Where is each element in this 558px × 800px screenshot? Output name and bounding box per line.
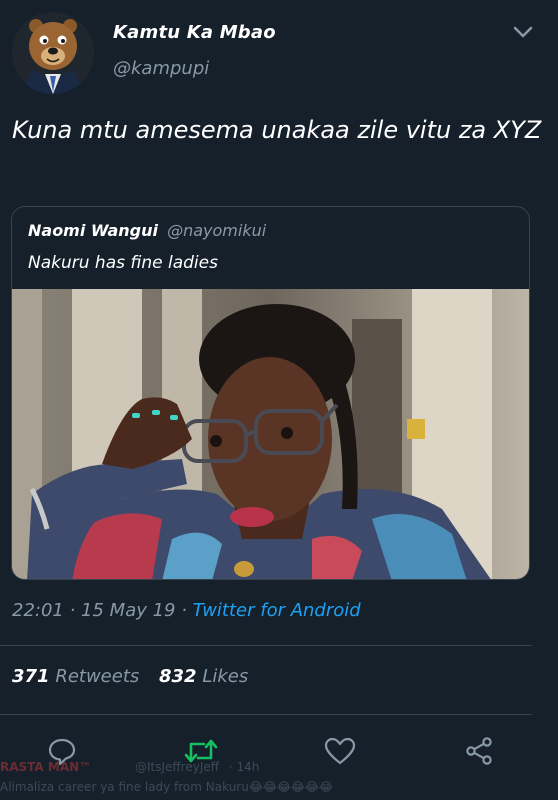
tweet-timestamp: 22:01 · 15 May 19 · [12,600,193,621]
likes-count[interactable]: 832 [159,666,197,687]
divider [0,714,532,715]
engagement-stats: 371 Retweets 832 Likes [12,666,262,687]
retweet-icon [184,739,218,763]
divider [0,645,532,646]
quoted-tweet[interactable]: Naomi Wangui @nayomikui Nakuru has fine … [11,206,530,580]
author-name[interactable]: Kamtu Ka Mbao [113,22,276,43]
quoted-tweet-header: Naomi Wangui @nayomikui [28,221,266,240]
like-button[interactable] [323,734,357,768]
chevron-down-icon[interactable] [510,22,536,42]
author-avatar[interactable] [12,12,94,94]
tweet-source-link[interactable]: Twitter for Android [193,600,361,621]
share-button[interactable] [462,734,496,768]
ghost-tweet-text: Alimaliza career ya fine lady from Nakur… [0,780,333,794]
heart-icon [324,737,356,765]
reply-button[interactable] [45,734,79,768]
retweets-label[interactable]: Retweets [55,666,139,687]
tweet-text: Kuna mtu amesema unakaa zile vitu za XYZ [12,116,542,144]
tweet-detail-screen: Kamtu Ka Mbao @kampupi Kuna mtu amesema … [0,0,558,800]
reply-icon [48,738,76,766]
quoted-tweet-text: Nakuru has fine ladies [28,253,218,273]
share-icon [466,737,492,765]
retweets-count[interactable]: 371 [12,666,50,687]
likes-label[interactable]: Likes [202,666,248,687]
ghost-time: · 14h [228,760,260,774]
tweet-timestamp-line: 22:01 · 15 May 19 · Twitter for Android [12,600,361,621]
author-handle[interactable]: @kampupi [113,58,209,79]
bear-avatar-icon [12,12,94,94]
quoted-tweet-photo[interactable] [12,289,530,580]
retweet-button[interactable] [184,734,218,768]
quoted-author-name: Naomi Wangui [28,221,158,240]
quoted-author-handle: @nayomikui [167,221,267,240]
